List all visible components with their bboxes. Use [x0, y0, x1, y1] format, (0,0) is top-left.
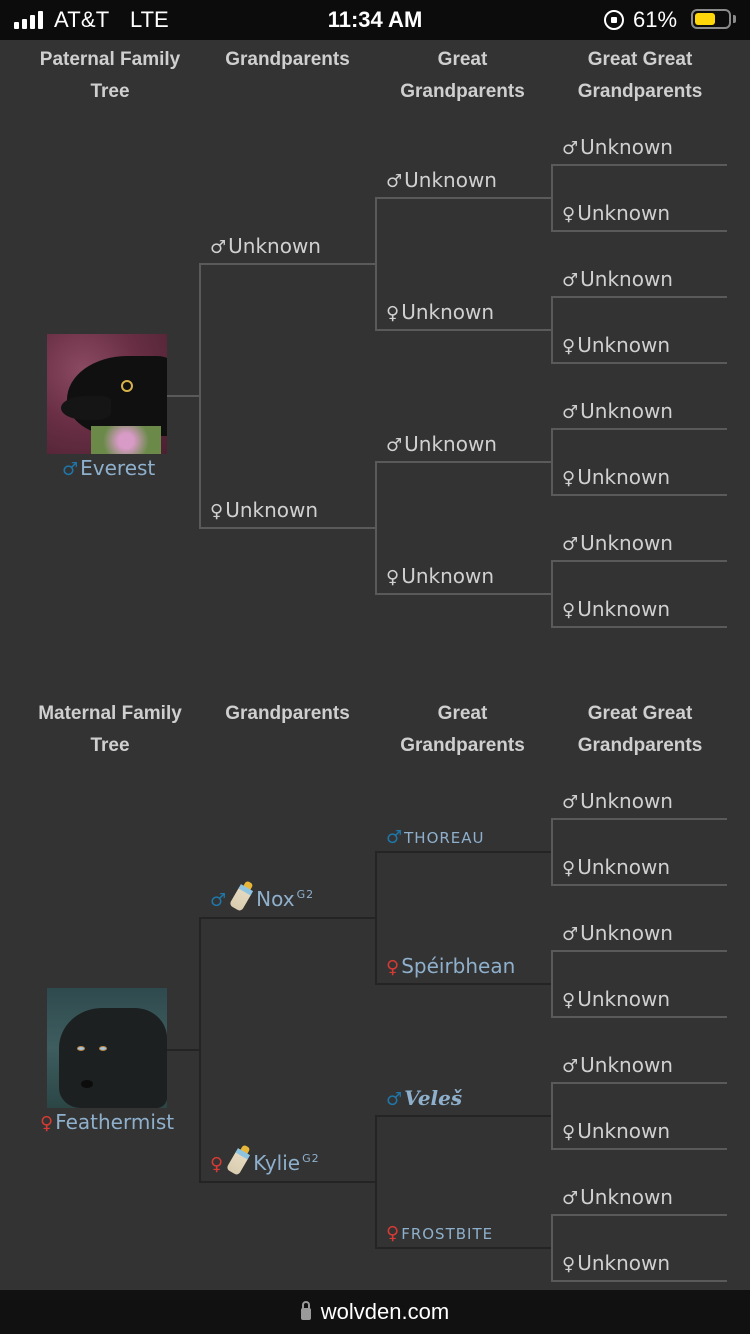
paternal-grandparent-4[interactable]: ♀ Unknown: [386, 564, 494, 588]
female-icon: ♀: [562, 336, 576, 357]
subject-name: Feathermist: [55, 1110, 175, 1134]
header-grandparents: Grandparents: [225, 703, 350, 724]
maternal-great-grandparent-6[interactable]: ♀ Unknown: [562, 1119, 670, 1143]
lock-icon: [300, 1301, 311, 1320]
generation-badge: G2: [296, 888, 315, 902]
male-icon: ♂: [562, 270, 579, 291]
paternal-grandparent-2[interactable]: ♀ Unknown: [386, 300, 494, 324]
baby-bottle-icon: [226, 1148, 251, 1176]
rotation-lock-icon: [604, 10, 624, 30]
paternal-dam[interactable]: ♀ Unknown: [210, 498, 318, 522]
male-icon: ♂: [562, 138, 579, 159]
generation-badge: G2: [302, 1152, 320, 1166]
maternal-great-grandparent-4[interactable]: ♀ Unknown: [562, 987, 670, 1011]
male-icon: ♂: [386, 171, 403, 192]
header-grandparents: Grandparents: [225, 49, 350, 70]
female-icon: ♀: [562, 1122, 576, 1143]
paternal-grandparent-3[interactable]: ♂ Unknown: [386, 432, 497, 456]
male-icon: ♂: [562, 1056, 579, 1077]
everest-avatar[interactable]: [47, 334, 167, 454]
header-maternal-family-tree: Maternal Family Tree: [38, 703, 182, 756]
paternal-great-grandparent-1[interactable]: ♂ Unknown: [562, 135, 673, 159]
male-icon: ♂: [562, 792, 579, 813]
baby-bottle-icon: [229, 884, 254, 912]
male-icon: ♂: [386, 827, 403, 848]
female-icon: ♀: [562, 1254, 576, 1275]
header-great-grandparents: Great Grandparents: [400, 49, 525, 102]
maternal-great-grandparent-7[interactable]: ♂ Unknown: [562, 1185, 673, 1209]
battery-tip: [733, 15, 736, 23]
female-icon: ♀: [386, 567, 400, 588]
paternal-great-grandparent-6[interactable]: ♀ Unknown: [562, 465, 670, 489]
maternal-grandparent-speirbhean[interactable]: ♀ Spéirbhean: [386, 954, 515, 978]
feathermist-avatar[interactable]: [47, 988, 167, 1108]
maternal-great-grandparent-5[interactable]: ♂ Unknown: [562, 1053, 673, 1077]
maternal-grandparent-thoreau[interactable]: ♂ THOREAU: [386, 824, 485, 848]
maternal-grandparent-veles[interactable]: ♂ Veleš: [386, 1086, 462, 1110]
female-icon: ♀: [562, 204, 576, 225]
browser-url-bar[interactable]: wolvden.com: [0, 1290, 750, 1334]
subject-feathermist[interactable]: ♀ Feathermist: [40, 1110, 174, 1134]
male-icon: ♂: [62, 459, 79, 480]
maternal-great-grandparent-2[interactable]: ♀ Unknown: [562, 855, 670, 879]
paternal-great-grandparent-4[interactable]: ♀ Unknown: [562, 333, 670, 357]
male-icon: ♂: [210, 237, 227, 258]
header-great-grandparents: Great Grandparents: [400, 703, 525, 756]
battery-percent: 61%: [633, 7, 678, 32]
paternal-grandparent-1[interactable]: ♂ Unknown: [386, 168, 497, 192]
female-icon: ♀: [562, 468, 576, 489]
url-text[interactable]: wolvden.com: [321, 1299, 449, 1324]
subject-everest[interactable]: ♂ Everest: [62, 456, 155, 480]
paternal-sire[interactable]: ♂ Unknown: [210, 234, 321, 258]
paternal-great-grandparent-5[interactable]: ♂ Unknown: [562, 399, 673, 423]
maternal-grandparent-frostbite[interactable]: ♀ FROSTBITE: [386, 1220, 493, 1244]
male-icon: ♂: [562, 534, 579, 555]
male-icon: ♂: [386, 1089, 403, 1110]
maternal-great-grandparent-8[interactable]: ♀ Unknown: [562, 1251, 670, 1275]
header-paternal-family-tree: Paternal Family Tree: [39, 49, 181, 102]
female-icon: ♀: [562, 600, 576, 621]
female-icon: ♀: [386, 1223, 400, 1244]
female-icon: ♀: [210, 1154, 224, 1175]
male-icon: ♂: [210, 890, 227, 911]
male-icon: ♂: [562, 402, 579, 423]
paternal-great-grandparent-2[interactable]: ♀ Unknown: [562, 201, 670, 225]
header-great-great-grandparents: Great Great Grandparents: [577, 703, 703, 756]
male-icon: ♂: [386, 435, 403, 456]
maternal-great-grandparent-3[interactable]: ♂ Unknown: [562, 921, 673, 945]
female-icon: ♀: [386, 957, 400, 978]
header-great-great-grandparents: Great Great Grandparents: [577, 49, 703, 102]
male-icon: ♂: [562, 924, 579, 945]
maternal-dam-kylie[interactable]: ♀ Kylie G2: [210, 1148, 320, 1176]
paternal-great-grandparent-8[interactable]: ♀ Unknown: [562, 597, 670, 621]
battery-fill: [695, 13, 715, 25]
female-icon: ♀: [562, 858, 576, 879]
paternal-great-grandparent-3[interactable]: ♂ Unknown: [562, 267, 673, 291]
paternal-great-grandparent-7[interactable]: ♂ Unknown: [562, 531, 673, 555]
battery-icon: [691, 9, 731, 29]
maternal-sire-nox[interactable]: ♂ Nox G2: [210, 884, 315, 912]
female-icon: ♀: [562, 990, 576, 1011]
status-bar: AT&T LTE 11:34 AM 61%: [0, 0, 750, 40]
maternal-great-grandparent-1[interactable]: ♂ Unknown: [562, 789, 673, 813]
female-icon: ♀: [210, 501, 224, 522]
male-icon: ♂: [562, 1188, 579, 1209]
female-icon: ♀: [40, 1113, 54, 1134]
female-icon: ♀: [386, 303, 400, 324]
subject-name: Everest: [80, 456, 156, 480]
